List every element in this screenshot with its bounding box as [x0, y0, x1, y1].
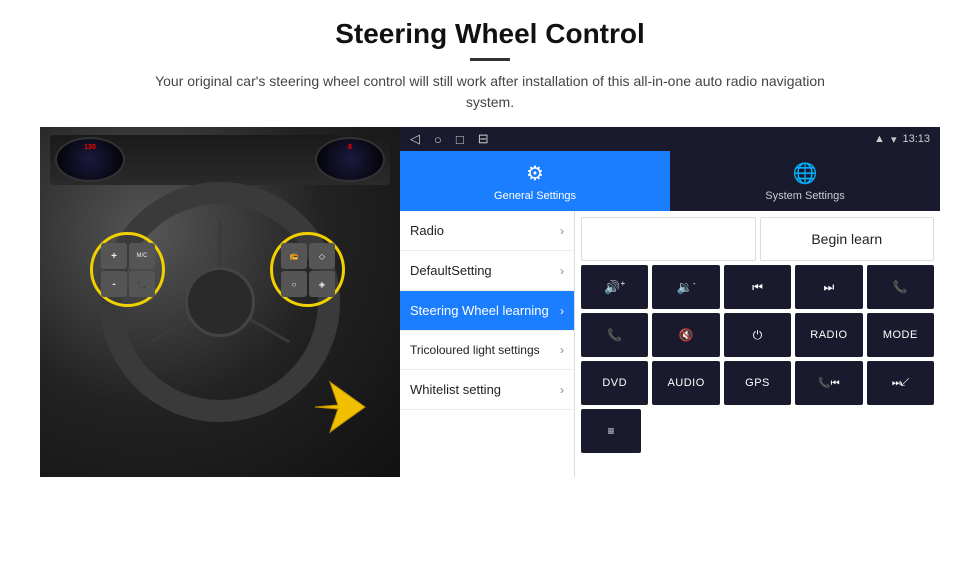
phone-prev-icon: 📞⏮	[818, 378, 839, 389]
menu-list: Radio › DefaultSetting › Steering Wheel …	[400, 211, 575, 477]
tab-bar: ⚙ General Settings 🌐 System Settings	[400, 151, 940, 211]
title-section: Steering Wheel Control Your original car…	[40, 18, 940, 113]
steering-wheel-image: 130 8 + M/C -	[40, 127, 400, 477]
wifi-icon: ▾	[891, 133, 897, 146]
vol-down-button[interactable]: 🔉-	[652, 265, 719, 309]
right-highlight-circle: 📻 ◇ ○ ◈	[270, 232, 345, 307]
tab-system[interactable]: 🌐 System Settings	[670, 151, 940, 211]
right-mini-btns: 📻 ◇ ○ ◈	[273, 235, 343, 305]
vol-down-icon: 🔉-	[677, 279, 696, 295]
chevron-icon-default: ›	[560, 264, 564, 278]
mode-button[interactable]: MODE	[867, 313, 934, 357]
audio-label: AUDIO	[667, 377, 704, 389]
left-highlight-circle: + M/C - 📞	[90, 232, 165, 307]
dvd-button[interactable]: DVD	[581, 361, 648, 405]
status-right: ▲ ▾ 13:13	[874, 133, 930, 146]
general-settings-icon: ⚙	[526, 161, 544, 186]
gps-button[interactable]: GPS	[724, 361, 791, 405]
system-settings-icon: 🌐	[793, 161, 818, 186]
btn-mode: M/C	[129, 243, 155, 269]
phone-icon: 📞	[893, 280, 908, 294]
next-track-button[interactable]: ⏭	[795, 265, 862, 309]
radio-label: RADIO	[810, 329, 847, 341]
subtitle-text: Your original car's steering wheel contr…	[140, 71, 840, 113]
mute-icon: 🔇	[679, 328, 694, 342]
yellow-arrow	[310, 377, 370, 437]
tab-general-label: General Settings	[494, 190, 576, 202]
dvd-label: DVD	[602, 377, 627, 389]
tab-general[interactable]: ⚙ General Settings	[400, 151, 670, 211]
btn-media: 📻	[281, 243, 307, 269]
answer-call-button[interactable]: 📞	[581, 313, 648, 357]
list-icon-button[interactable]: ≡	[581, 409, 641, 453]
page-wrapper: Steering Wheel Control Your original car…	[0, 0, 980, 477]
menu-icon[interactable]: ⊟	[478, 131, 489, 147]
begin-learn-button[interactable]: Begin learn	[760, 217, 935, 261]
next-skip-button[interactable]: ⏭↙	[867, 361, 934, 405]
menu-item-whitelist[interactable]: Whitelist setting ›	[400, 370, 574, 410]
signal-icon: ▲	[874, 133, 885, 145]
vol-up-icon: 🔊+	[604, 279, 625, 295]
power-icon: ⏻	[753, 328, 763, 343]
page-title: Steering Wheel Control	[40, 18, 940, 50]
menu-item-steering[interactable]: Steering Wheel learning ›	[400, 291, 574, 331]
chevron-icon-whitelist: ›	[560, 383, 564, 397]
menu-default-label: DefaultSetting	[410, 263, 492, 278]
status-bar: ◁ ○ □ ⊟ ▲ ▾ 13:13	[400, 127, 940, 151]
menu-tricoloured-label: Tricoloured light settings	[410, 343, 540, 357]
menu-item-tricoloured[interactable]: Tricoloured light settings ›	[400, 331, 574, 370]
radio-button[interactable]: RADIO	[795, 313, 862, 357]
vol-up-button[interactable]: 🔊+	[581, 265, 648, 309]
phone-prev-button[interactable]: 📞⏮	[795, 361, 862, 405]
list-icon: ≡	[607, 424, 614, 438]
tab-system-label: System Settings	[765, 190, 844, 202]
menu-radio-label: Radio	[410, 223, 444, 238]
main-content: Radio › DefaultSetting › Steering Wheel …	[400, 211, 940, 477]
empty-control-box	[581, 217, 756, 261]
btn-phone: 📞	[129, 271, 155, 297]
menu-whitelist-label: Whitelist setting	[410, 382, 501, 397]
prev-track-button[interactable]: ⏮	[724, 265, 791, 309]
chevron-icon-radio: ›	[560, 224, 564, 238]
content-area: 130 8 + M/C -	[40, 127, 940, 477]
chevron-icon-steering: ›	[560, 304, 564, 318]
answer-icon: 📞	[607, 328, 622, 342]
back-icon[interactable]: ◁	[410, 131, 420, 147]
mute-button[interactable]: 🔇	[652, 313, 719, 357]
btn-diamond2: ◈	[309, 271, 335, 297]
controls-row5: ≡	[581, 409, 934, 453]
left-mini-btns: + M/C - 📞	[93, 235, 163, 305]
menu-item-default[interactable]: DefaultSetting ›	[400, 251, 574, 291]
prev-track-icon: ⏮	[752, 280, 763, 295]
title-divider	[470, 58, 510, 61]
controls-panel: Begin learn 🔊+ 🔉- ⏮	[575, 211, 940, 477]
mode-label: MODE	[883, 329, 918, 341]
recents-icon[interactable]: □	[456, 132, 464, 147]
home-icon[interactable]: ○	[434, 132, 442, 147]
controls-row2: 🔊+ 🔉- ⏮ ⏭ 📞	[581, 265, 934, 309]
phone-button[interactable]: 📞	[867, 265, 934, 309]
chevron-icon-tricoloured: ›	[560, 343, 564, 357]
controls-row3: 📞 🔇 ⏻ RADIO MODE	[581, 313, 934, 357]
power-button[interactable]: ⏻	[724, 313, 791, 357]
next-skip-icon: ⏭↙	[892, 378, 909, 389]
menu-item-radio[interactable]: Radio ›	[400, 211, 574, 251]
menu-steering-label: Steering Wheel learning	[410, 303, 549, 318]
btn-plus: +	[101, 243, 127, 269]
btn-circle: ○	[281, 271, 307, 297]
gps-label: GPS	[745, 377, 770, 389]
time-display: 13:13	[902, 133, 930, 145]
wheel-hub	[185, 267, 255, 337]
android-panel: ◁ ○ □ ⊟ ▲ ▾ 13:13 ⚙ General Settings	[400, 127, 940, 477]
nav-icons: ◁ ○ □ ⊟	[410, 131, 489, 147]
btn-diamond: ◇	[309, 243, 335, 269]
controls-row1: Begin learn	[581, 217, 934, 261]
next-track-icon: ⏭	[824, 280, 835, 295]
btn-minus: -	[101, 271, 127, 297]
controls-row4: DVD AUDIO GPS 📞⏮ ⏭↙	[581, 361, 934, 405]
audio-button[interactable]: AUDIO	[652, 361, 719, 405]
